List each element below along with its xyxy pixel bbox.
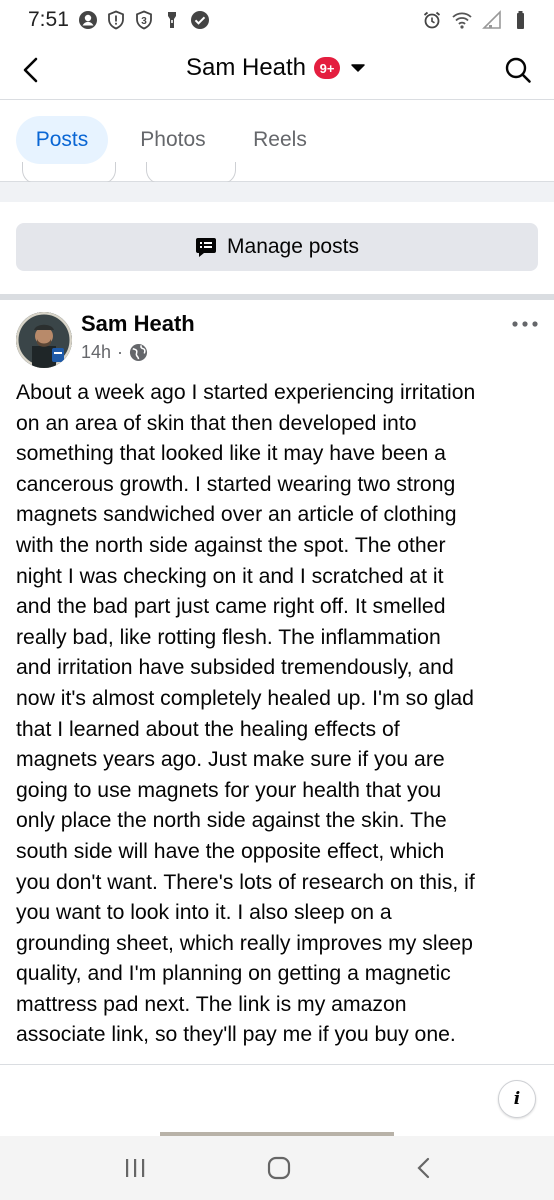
signal-icon [482,10,501,29]
header-title-wrap[interactable]: Sam Heath 9+ [0,54,554,82]
post-text-line: you don't want. There's lots of research… [16,870,475,894]
avatar[interactable] [16,312,72,368]
post-card: Sam Heath 14h · About a week ago I start… [0,300,554,1136]
post-divider [0,1064,554,1065]
status-right-icons [422,9,532,31]
system-back-button[interactable] [399,1150,447,1186]
status-left-icons: 3 [78,9,210,31]
post-author-name[interactable]: Sam Heath [81,311,195,337]
post-options-button[interactable] [510,314,540,334]
post-text-line: grounding sheet, which really improves m… [16,931,473,955]
post-text-line: going to use magnets for your health tha… [16,778,442,802]
filter-chip-partial[interactable] [22,162,116,184]
post-time[interactable]: 14h [81,342,111,363]
post-text: About a week ago I started experiencing … [16,378,542,1051]
badge-3-icon: 3 [136,10,152,30]
flashlight-icon [168,12,176,28]
post-text-line: with the north side against the spot. Th… [16,533,446,557]
battery-icon [517,11,524,29]
wifi-icon [452,12,472,29]
shield-alert-icon [108,10,124,30]
svg-text:3: 3 [141,16,147,27]
post-text-line: quality, and I'm planning on getting a m… [16,962,451,986]
post-text-line: magnets sandwiched over an article of cl… [16,503,457,527]
chevron-left-icon [417,1157,430,1179]
notification-badge: 9+ [314,57,341,79]
manage-posts-label: Manage posts [227,235,359,258]
post-text-line: something that looked like it may have b… [16,442,446,466]
caret-down-icon [351,63,365,72]
tab-photos[interactable]: Photos [122,116,224,164]
search-button[interactable] [500,52,536,88]
recents-button[interactable] [111,1150,159,1186]
alarm-icon [423,11,441,29]
post-text-line: night I was checking on it and I scratch… [16,564,444,588]
post-text-line: mattress pad next. The link is my amazon [16,992,407,1016]
globe-icon[interactable] [129,343,148,362]
tab-reels[interactable]: Reels [238,116,322,164]
more-dots-icon [512,321,538,327]
post-text-line: only place the north side against the sk… [16,809,447,833]
post-text-line: and the bad part just came right off. It… [16,595,446,619]
home-button[interactable] [255,1150,303,1186]
meta-separator: · [117,342,124,362]
system-nav-bar [0,1136,554,1200]
filter-chip-partial[interactable] [146,162,236,184]
recents-icon [126,1159,145,1177]
status-bar: 7:51 3 [0,0,554,40]
post-text-line: and irritation have subsided tremendousl… [16,656,454,680]
post-text-line: magnets years ago. Just make sure if you… [16,748,445,772]
page-title: Sam Heath [185,54,307,81]
search-icon [505,57,531,83]
profile-tabs: Posts Photos Reels [0,100,554,184]
post-meta: 14h · [81,342,148,363]
post-text-line: About a week ago I started experiencing … [16,381,476,404]
app-header: Sam Heath 9+ [0,40,554,100]
profile-switcher-dropdown[interactable] [348,58,368,78]
post-text-line: really bad, like rotting flesh. The infl… [16,625,441,649]
manage-posts-button[interactable]: Manage posts [16,223,538,271]
post-text-line: you want to look into it. I also sleep o… [16,901,392,925]
check-circle-icon [191,11,209,29]
section-divider [0,182,554,202]
post-text-line: now it's almost completely healed up. I'… [16,686,474,710]
home-icon [267,1156,291,1180]
post-text-line: south side will have the opposite effect… [16,839,445,863]
account-circle-icon [79,11,97,29]
post-text-line: cancerous growth. I started wearing two … [16,472,456,496]
info-button[interactable]: i [498,1080,536,1118]
post-text-line: on an area of skin that then developed i… [16,411,417,435]
tab-posts[interactable]: Posts [16,116,108,164]
manage-posts-icon [196,238,217,257]
status-time: 7:51 [28,8,69,31]
post-text-line: that I learned about the healing effects… [16,717,400,741]
profile-photo-icon [16,312,72,368]
post-text-line: associate link, so they'll pay me if you… [16,1023,456,1047]
manage-posts-section: Manage posts [0,202,554,294]
